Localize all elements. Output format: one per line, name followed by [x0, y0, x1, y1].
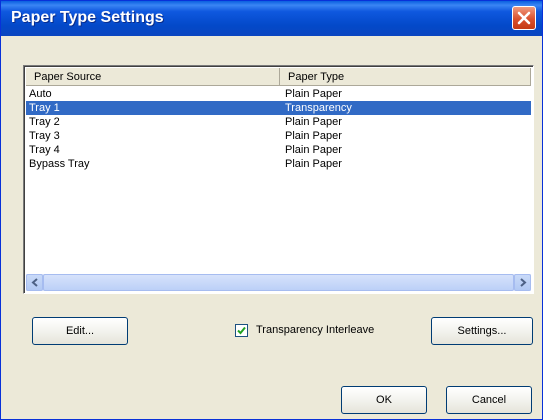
transparency-interleave-option[interactable]: Transparency Interleave — [235, 323, 374, 337]
row-paper-source: Auto — [29, 88, 52, 100]
row-paper-source: Bypass Tray — [29, 158, 90, 170]
row-paper-type: Plain Paper — [285, 158, 342, 170]
list-header: Paper Source Paper Type — [26, 68, 531, 86]
horizontal-scrollbar[interactable] — [26, 274, 531, 291]
column-header-paper-source[interactable]: Paper Source — [26, 68, 280, 86]
cancel-button[interactable]: Cancel — [446, 386, 532, 414]
scroll-thumb[interactable] — [43, 274, 514, 291]
close-button[interactable] — [512, 6, 536, 30]
scroll-left-button[interactable] — [26, 274, 43, 291]
table-row[interactable]: Tray 2 Plain Paper — [26, 115, 531, 129]
table-row[interactable]: Tray 4 Plain Paper — [26, 143, 531, 157]
column-header-paper-type[interactable]: Paper Type — [280, 68, 531, 86]
transparency-interleave-label[interactable]: Transparency Interleave — [256, 324, 374, 336]
row-paper-source: Tray 2 — [29, 116, 60, 128]
chevron-left-icon — [30, 278, 38, 287]
list-rows: Auto Plain Paper Tray 1 Transparency Tray 2 P… — [26, 87, 531, 171]
table-row[interactable]: Auto Plain Paper — [26, 87, 531, 101]
ok-button[interactable]: OK — [341, 386, 427, 414]
transparency-interleave-checkbox[interactable] — [235, 323, 248, 337]
row-paper-source: Tray 1 — [29, 102, 60, 114]
settings-button[interactable]: Settings... — [431, 317, 533, 345]
row-paper-type: Plain Paper — [285, 116, 342, 128]
paper-source-list[interactable]: Paper Source Paper Type Auto Plain Paper T… — [23, 65, 534, 294]
window-title: Paper Type Settings — [11, 9, 164, 26]
table-row[interactable]: Tray 1 Transparency — [26, 101, 531, 115]
table-row[interactable]: Bypass Tray Plain Paper — [26, 157, 531, 171]
row-paper-type: Plain Paper — [285, 88, 342, 100]
paper-type-settings-dialog: Paper Type Settings Paper Source Paper T… — [0, 0, 543, 420]
row-paper-type: Plain Paper — [285, 144, 342, 156]
scroll-right-button[interactable] — [514, 274, 531, 291]
edit-button[interactable]: Edit... — [32, 317, 128, 345]
chevron-right-icon — [519, 278, 527, 287]
row-paper-source: Tray 3 — [29, 130, 60, 142]
row-paper-type: Transparency — [285, 102, 352, 114]
table-row[interactable]: Tray 3 Plain Paper — [26, 129, 531, 143]
close-icon — [517, 11, 531, 25]
scroll-track[interactable] — [43, 274, 514, 291]
title-bar[interactable]: Paper Type Settings — [1, 1, 542, 36]
row-paper-type: Plain Paper — [285, 130, 342, 142]
checkmark-icon — [237, 326, 246, 334]
row-paper-source: Tray 4 — [29, 144, 60, 156]
